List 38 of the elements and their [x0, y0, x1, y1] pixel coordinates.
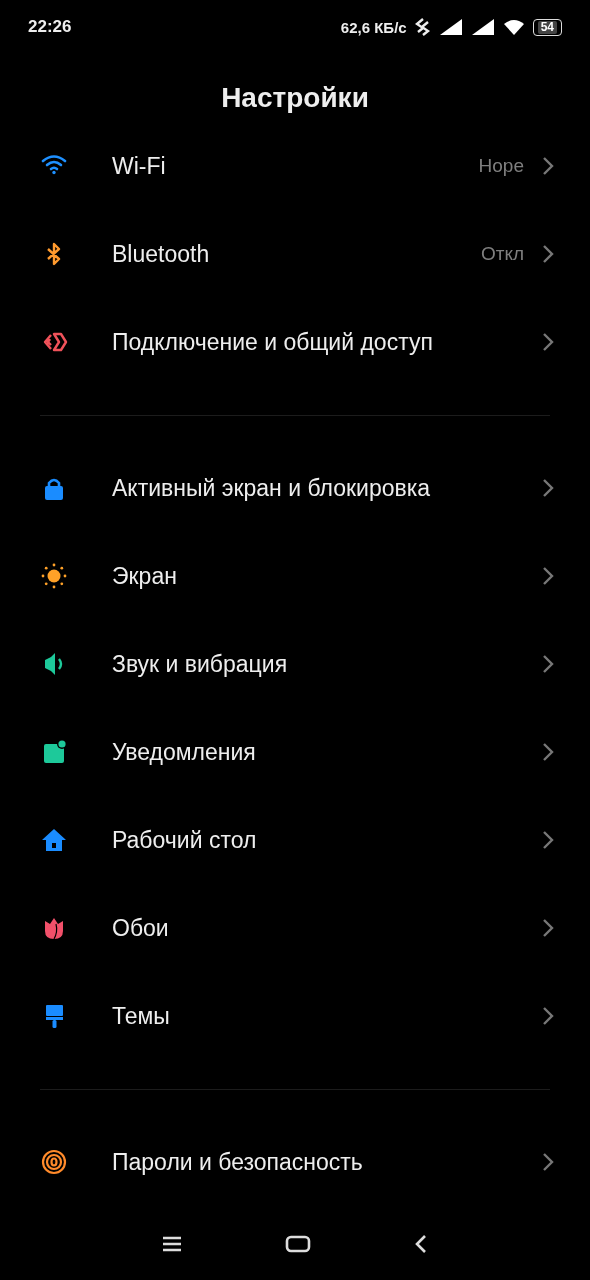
signal-icon: [470, 18, 495, 36]
settings-item[interactable]: Темы: [0, 972, 590, 1060]
page-title: Настройки: [220, 81, 370, 115]
menu-icon: [162, 1236, 182, 1252]
clock-time: 22:26: [28, 17, 72, 37]
back-icon: [414, 1234, 428, 1254]
settings-item[interactable]: Обои: [0, 884, 590, 972]
chevron-icon: [542, 478, 554, 498]
settings-item[interactable]: Bluetooth Откл: [0, 210, 590, 298]
wifi-icon: [502, 18, 525, 36]
settings-item[interactable]: Уведомления: [0, 708, 590, 796]
data-transfer-icon: [414, 18, 431, 36]
chevron-icon: [542, 654, 554, 674]
chevron-icon: [542, 1006, 554, 1026]
settings-item[interactable]: Wi-Fi Hope: [0, 122, 590, 210]
item-value: Hope: [478, 155, 524, 177]
home-icon: [40, 826, 68, 854]
settings-item[interactable]: Экран: [0, 532, 590, 620]
settings-item[interactable]: Звук и вибрация: [0, 620, 590, 708]
settings-item[interactable]: Пароли и безопасность: [0, 1118, 590, 1206]
chevron-icon: [542, 742, 554, 762]
signal-icon: [438, 18, 463, 36]
chevron-icon: [542, 156, 554, 176]
chevron-icon: [542, 1152, 554, 1172]
battery-indicator: 54: [532, 18, 562, 36]
chevron-icon: [542, 830, 554, 850]
fingerprint-icon: [40, 1148, 68, 1176]
chevron-icon: [542, 918, 554, 938]
chevron-icon: [542, 244, 554, 264]
item-value: Откл: [480, 243, 524, 265]
network-speed: 62,6 КБ/с: [340, 18, 407, 36]
settings-item[interactable]: Активный экран и блокировка: [0, 444, 590, 532]
home-button-icon: [285, 1235, 311, 1253]
settings-item[interactable]: Подключение и общий доступ: [0, 298, 590, 386]
sun-icon: [40, 562, 68, 590]
chevron-icon: [542, 332, 554, 352]
settings-item[interactable]: Рабочий стол: [0, 796, 590, 884]
chevron-icon: [542, 566, 554, 586]
